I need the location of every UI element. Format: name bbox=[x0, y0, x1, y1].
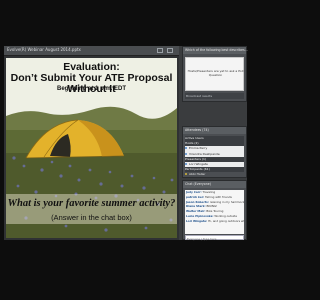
minimize-icon[interactable] bbox=[157, 48, 163, 53]
chat-sender: Diana Stark: bbox=[186, 204, 206, 209]
user-status-icon bbox=[185, 152, 187, 155]
attendee-row[interactable]: Abbi Haller bbox=[185, 172, 244, 177]
slide-subtitle: Beginning at 1 p.m. EDT bbox=[56, 86, 126, 92]
chat-sender: Walter Mair: bbox=[186, 209, 206, 214]
slide-question: What is your favorite summer activity? bbox=[7, 198, 176, 209]
attendee-name: Hosts (2) bbox=[185, 141, 199, 146]
chat-text: Working outside bbox=[213, 213, 237, 218]
attendee-list: Active Users Hosts (2) Emma Perry Virendra … bbox=[185, 136, 244, 178]
chat-text: BIKING! bbox=[205, 204, 218, 209]
chat-messages: Judy Carr: Traveling patrick ker: fishing… bbox=[185, 190, 244, 234]
attendees-title: Attendees (74) bbox=[185, 128, 209, 132]
attendee-name: Emma Perry bbox=[189, 146, 208, 151]
attendee-name: Virendra Deshpande bbox=[189, 151, 220, 156]
webinar-app-window: Evolve(R) Webinar August 2014.pptx Evalu… bbox=[4, 46, 248, 241]
chat-sender: Jason Roberts: bbox=[186, 199, 209, 204]
attendees-header: Attendees (74) bbox=[183, 127, 246, 134]
chat-text: Bike Touring bbox=[205, 209, 224, 214]
user-status-icon bbox=[185, 162, 187, 165]
chat-text: Hi, and going outdoors when not stuck bbox=[208, 218, 244, 223]
chat-sender: patrick ker: bbox=[186, 194, 205, 199]
attendee-name: Presenters (1) bbox=[185, 156, 207, 161]
chat-title: Chat (Everyone) bbox=[185, 182, 211, 186]
poll-header: Which of the following best describes... bbox=[183, 47, 248, 54]
share-titlebar: Evolve(R) Webinar August 2014.pptx bbox=[4, 46, 179, 56]
attendee-name: Lori Wingate bbox=[189, 161, 208, 166]
chat-input-placeholder: Everyone | Type here bbox=[187, 236, 217, 241]
chat-sender: Lucie Pipinovska: bbox=[186, 213, 214, 218]
chat-sender: Lori Wingate: bbox=[186, 218, 208, 223]
slide-instruction: (Answer in the chat box) bbox=[51, 213, 132, 222]
maximize-icon[interactable] bbox=[167, 48, 173, 53]
user-status-icon bbox=[185, 173, 187, 176]
chat-text: relaxing in my hammock with a good book bbox=[209, 199, 244, 204]
chat-pod: Chat (Everyone) Judy Carr: Traveling patr… bbox=[182, 180, 247, 241]
share-title: Evolve(R) Webinar August 2014.pptx bbox=[7, 47, 81, 52]
presentation-slide: Evaluation: Don’t Submit Your ATE Propos… bbox=[6, 58, 177, 238]
chat-sender: Judy Carr: bbox=[186, 190, 202, 194]
chat-message: Lori Wingate: Hi, and going outdoors whe… bbox=[185, 219, 244, 224]
chat-text: Traveling bbox=[201, 190, 216, 194]
attendee-name: Active Users bbox=[185, 136, 204, 140]
broadcast-results-label: Broadcast results bbox=[186, 94, 213, 98]
poll-body: Hosts/Presenters are yet to ask a Poll Q… bbox=[185, 57, 244, 91]
poll-question-text: Which of the following best describes... bbox=[185, 48, 248, 52]
user-status-icon bbox=[185, 147, 187, 150]
share-pod: Evolve(R) Webinar August 2014.pptx Evalu… bbox=[4, 46, 179, 240]
chat-text: fishing with friends bbox=[204, 194, 232, 199]
poll-status-text: Hosts/Presenters are yet to ask a Poll Q… bbox=[187, 69, 244, 77]
chat-input[interactable]: Everyone | Type here bbox=[185, 235, 244, 241]
attendees-pod: Attendees (74) Active Users Hosts (2) Emma… bbox=[182, 126, 247, 178]
poll-pod: Which of the following best describes...… bbox=[182, 46, 248, 102]
chat-header: Chat (Everyone) bbox=[183, 181, 246, 188]
attendee-name: Participants (61) bbox=[185, 167, 210, 172]
attendee-name: Abbi Haller bbox=[189, 172, 206, 177]
broadcast-results-bar[interactable]: Broadcast results bbox=[185, 93, 244, 99]
